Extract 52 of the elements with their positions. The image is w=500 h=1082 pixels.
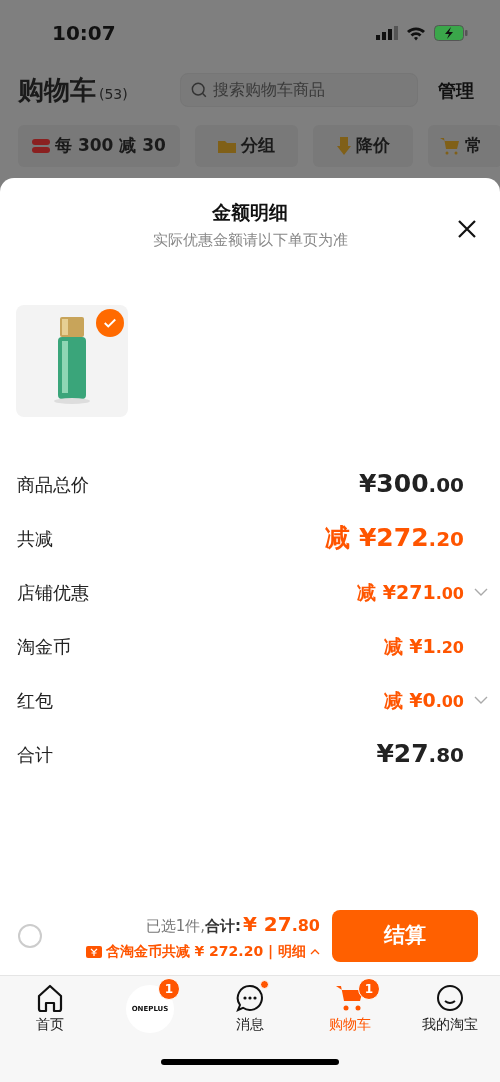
row-amount: 减 ¥271.00 <box>357 579 464 605</box>
signal-icon <box>376 26 398 40</box>
row-amount: 减 ¥0.00 <box>383 687 464 713</box>
select-all-checkbox[interactable] <box>18 923 42 948</box>
chevron-down-icon[interactable] <box>474 588 488 596</box>
search-icon <box>191 81 208 99</box>
wifi-icon <box>406 25 426 41</box>
filter-chip[interactable]: 降价 <box>313 125 413 167</box>
checkout-button[interactable]: 结算 <box>332 909 478 962</box>
sheet-subtitle: 实际优惠金额请以下单页为准 <box>152 229 348 251</box>
filter-chip[interactable]: 常 <box>428 125 500 167</box>
tab-item[interactable]: 消息 <box>200 976 300 1042</box>
row-label: 商品总价 <box>17 472 90 497</box>
tab-item[interactable]: 购物车 1 <box>300 976 400 1042</box>
sheet-title: 金额明细 <box>212 200 288 225</box>
row-amount: 减 ¥1.20 <box>383 633 464 659</box>
row-amount: ¥300.00 <box>358 468 464 501</box>
row-label: 共减 <box>17 526 54 551</box>
row-label: 店铺优惠 <box>17 580 90 605</box>
row-label: 淘金币 <box>17 634 72 659</box>
notification-badge: 1 <box>158 978 180 1000</box>
total-amount: ¥ 27.80 <box>242 911 320 938</box>
row-amount: 减 ¥272.20 <box>325 522 464 555</box>
filter-chip[interactable]: 每 300 减 30 <box>18 125 180 167</box>
cart-icon <box>440 137 460 155</box>
savings-details-link[interactable]: 含淘金币共减 ¥ 272.20 | 明细 <box>105 941 320 962</box>
chevron-down-icon[interactable] <box>474 696 488 704</box>
total-label: 合计: <box>204 916 241 937</box>
coupon-icon <box>85 945 102 958</box>
manage-button[interactable]: 管理 <box>430 76 482 104</box>
chat-bubble-icon <box>235 983 265 1013</box>
filter-chip[interactable]: 分组 <box>195 125 298 167</box>
down-arrow-icon <box>336 137 351 155</box>
item-count: (53) <box>99 84 128 104</box>
page-title: 购物车 <box>18 73 96 107</box>
check-icon <box>103 316 117 330</box>
notification-badge: 1 <box>358 978 380 1000</box>
selected-count: 已选1件, <box>145 916 205 937</box>
status-time: 10:07 <box>52 20 116 47</box>
folder-icon <box>218 139 236 153</box>
row-label: 红包 <box>17 688 54 713</box>
tab-item[interactable]: 我的淘宝 <box>400 976 500 1042</box>
coupon-icon <box>32 139 51 153</box>
row-label: 合计 <box>17 742 54 767</box>
home-icon <box>35 983 65 1013</box>
row-amount: ¥27.80 <box>376 738 464 771</box>
tab-item[interactable]: 首页 <box>0 976 100 1042</box>
search-input[interactable]: 搜索购物车商品 <box>213 78 407 102</box>
smiley-icon <box>435 983 465 1013</box>
battery-icon <box>434 25 468 41</box>
close-icon <box>457 219 477 239</box>
search-field[interactable]: 搜索购物车商品 <box>180 73 418 107</box>
